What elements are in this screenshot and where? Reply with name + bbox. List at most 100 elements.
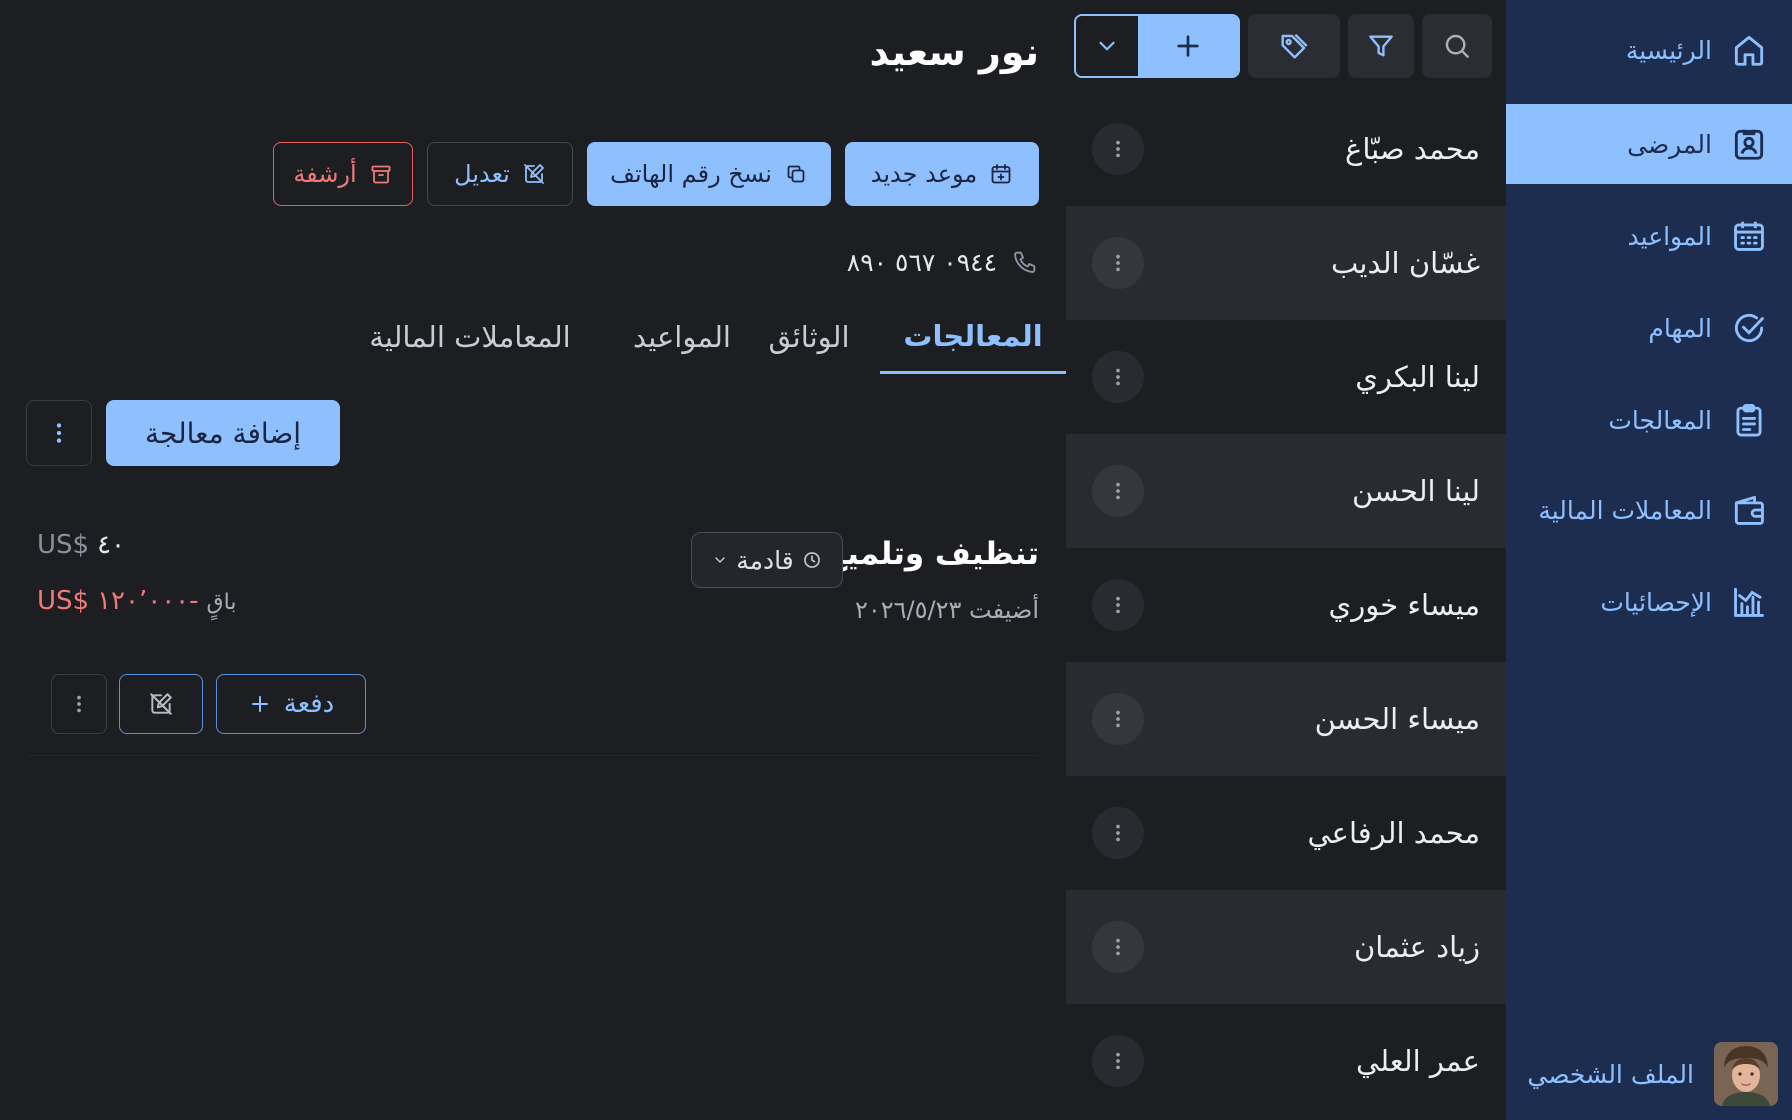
profile-link[interactable]: الملف الشخصي: [1527, 1042, 1778, 1106]
patient-name: محمد صبّاغ: [1345, 132, 1480, 166]
list-item[interactable]: محمد صبّاغ: [1066, 92, 1506, 206]
page-title: نور سعيد: [869, 30, 1039, 74]
kebab-icon: [68, 693, 90, 715]
bar-chart-icon: [1730, 583, 1768, 621]
treatments-more-button[interactable]: [26, 400, 92, 466]
sidebar: الرئيسية المرضى المواعيد المهام المعالجا…: [1506, 0, 1792, 1120]
patient-name: زياد عثمان: [1354, 930, 1480, 964]
list-item[interactable]: محمد الرفاعي: [1066, 776, 1506, 890]
sidebar-item-treatments[interactable]: المعالجات: [1506, 380, 1792, 460]
add-payment-button[interactable]: دفعة: [216, 674, 366, 734]
kebab-icon: [1107, 480, 1129, 502]
patient-menu-button[interactable]: [1092, 807, 1144, 859]
add-options-dropdown[interactable]: [1076, 16, 1138, 76]
patient-menu-button[interactable]: [1092, 1035, 1144, 1087]
patient-menu-button[interactable]: [1092, 237, 1144, 289]
kebab-icon: [1107, 936, 1129, 958]
patient-name: لينا البكري: [1355, 360, 1480, 394]
sidebar-item-label: المواعيد: [1627, 221, 1712, 251]
list-item[interactable]: لينا البكري: [1066, 320, 1506, 434]
plus-icon: [1172, 30, 1204, 62]
patient-name: عمر العلي: [1356, 1044, 1480, 1078]
price-currency: $US: [37, 530, 90, 560]
remaining-value: -١٢٠٬٠٠٠: [97, 586, 199, 616]
add-patient-button[interactable]: [1138, 16, 1238, 76]
price-value: ٤٠: [97, 530, 126, 560]
archive-label: أرشفة: [293, 160, 357, 188]
detail-tabs: المعالجات الوثائق المواعيد المعاملات الم…: [0, 300, 1066, 374]
patient-name: لينا الحسن: [1352, 474, 1480, 508]
plus-icon: [248, 692, 272, 716]
kebab-icon: [1107, 366, 1129, 388]
tags-button[interactable]: [1248, 14, 1340, 78]
patient-name: ميساء خوري: [1328, 588, 1480, 622]
filter-icon: [1365, 30, 1397, 62]
patient-detail: نور سعيد موعد جديد نسخ رقم الهاتف تعديل …: [0, 0, 1066, 1120]
treatment-added-date: أضيفت ٢٠٢٦/٥/٢٣: [854, 596, 1039, 624]
tag-icon: [1278, 30, 1310, 62]
sidebar-item-home[interactable]: الرئيسية: [1506, 10, 1792, 90]
search-button[interactable]: [1422, 14, 1492, 78]
copy-icon: [784, 162, 808, 186]
kebab-icon: [1107, 708, 1129, 730]
edit-button[interactable]: تعديل: [427, 142, 573, 206]
sidebar-item-label: المعالجات: [1608, 405, 1712, 435]
kebab-icon: [1107, 1050, 1129, 1072]
chevron-down-icon: [1094, 33, 1120, 59]
treatment-name: تنظيف وتلميع: [825, 536, 1039, 572]
list-item[interactable]: ميساء خوري: [1066, 548, 1506, 662]
avatar: [1714, 1042, 1778, 1106]
patient-id-icon: [1730, 125, 1768, 163]
patient-name: ميساء الحسن: [1314, 702, 1480, 736]
new-appointment-label: موعد جديد: [870, 160, 978, 188]
sidebar-item-patients[interactable]: المرضى: [1506, 104, 1792, 184]
add-payment-label: دفعة: [283, 689, 335, 719]
new-appointment-button[interactable]: موعد جديد: [845, 142, 1039, 206]
patient-menu-button[interactable]: [1092, 351, 1144, 403]
filter-button[interactable]: [1348, 14, 1414, 78]
edit-treatment-button[interactable]: [119, 674, 203, 734]
calendar-plus-icon: [989, 162, 1013, 186]
sidebar-item-appointments[interactable]: المواعيد: [1506, 196, 1792, 276]
sidebar-item-tasks[interactable]: المهام: [1506, 288, 1792, 368]
tab-appointments[interactable]: المواعيد: [624, 300, 740, 374]
list-item[interactable]: ميساء الحسن: [1066, 662, 1506, 776]
patient-menu-button[interactable]: [1092, 693, 1144, 745]
search-icon: [1441, 30, 1473, 62]
tab-finance[interactable]: المعاملات المالية: [352, 300, 588, 374]
patient-menu-button[interactable]: [1092, 123, 1144, 175]
sidebar-item-label: المعاملات المالية: [1538, 495, 1712, 525]
edit-label: تعديل: [454, 160, 510, 188]
treatment-more-button[interactable]: [51, 674, 107, 734]
archive-button[interactable]: أرشفة: [273, 142, 413, 206]
sidebar-item-label: المهام: [1648, 313, 1712, 343]
tab-documents[interactable]: الوثائق: [762, 300, 856, 374]
sidebar-item-statistics[interactable]: الإحصائيات: [1506, 562, 1792, 642]
calendar-icon: [1730, 217, 1768, 255]
treatment-card: تنظيف وتلميع قادمة أضيفت ٢٠٢٦/٥/٢٣ ٤٠ $U…: [27, 508, 1039, 756]
treatment-remaining: باقٍ -١٢٠٬٠٠٠ $US: [37, 586, 236, 616]
patient-menu-button[interactable]: [1092, 465, 1144, 517]
treatment-status: قادمة: [736, 545, 794, 575]
patient-menu-button[interactable]: [1092, 921, 1144, 973]
edit-icon: [148, 691, 174, 717]
list-item[interactable]: عمر العلي: [1066, 1004, 1506, 1118]
treatment-price: ٤٠ $US: [37, 530, 125, 560]
list-item[interactable]: لينا الحسن: [1066, 434, 1506, 548]
phone-number: ٠٩٤٤ ٥٦٧ ٨٩٠: [846, 247, 997, 277]
copy-phone-button[interactable]: نسخ رقم الهاتف: [587, 142, 831, 206]
kebab-icon: [1107, 252, 1129, 274]
wallet-icon: [1730, 491, 1768, 529]
sidebar-item-label: الإحصائيات: [1600, 587, 1712, 617]
list-item[interactable]: غسّان الديب: [1066, 206, 1506, 320]
patient-menu-button[interactable]: [1092, 579, 1144, 631]
add-treatment-button[interactable]: إضافة معالجة: [106, 400, 340, 466]
patient-list-panel: محمد صبّاغ غسّان الديب لينا البكري لينا الح…: [1066, 0, 1506, 1120]
sidebar-item-finance[interactable]: المعاملات المالية: [1506, 470, 1792, 550]
list-item[interactable]: زياد عثمان: [1066, 890, 1506, 1004]
profile-label: الملف الشخصي: [1527, 1059, 1694, 1089]
edit-icon: [522, 162, 546, 186]
copy-phone-label: نسخ رقم الهاتف: [610, 160, 772, 188]
treatment-status-dropdown[interactable]: قادمة: [691, 532, 843, 588]
tab-treatments[interactable]: المعالجات: [880, 300, 1066, 374]
